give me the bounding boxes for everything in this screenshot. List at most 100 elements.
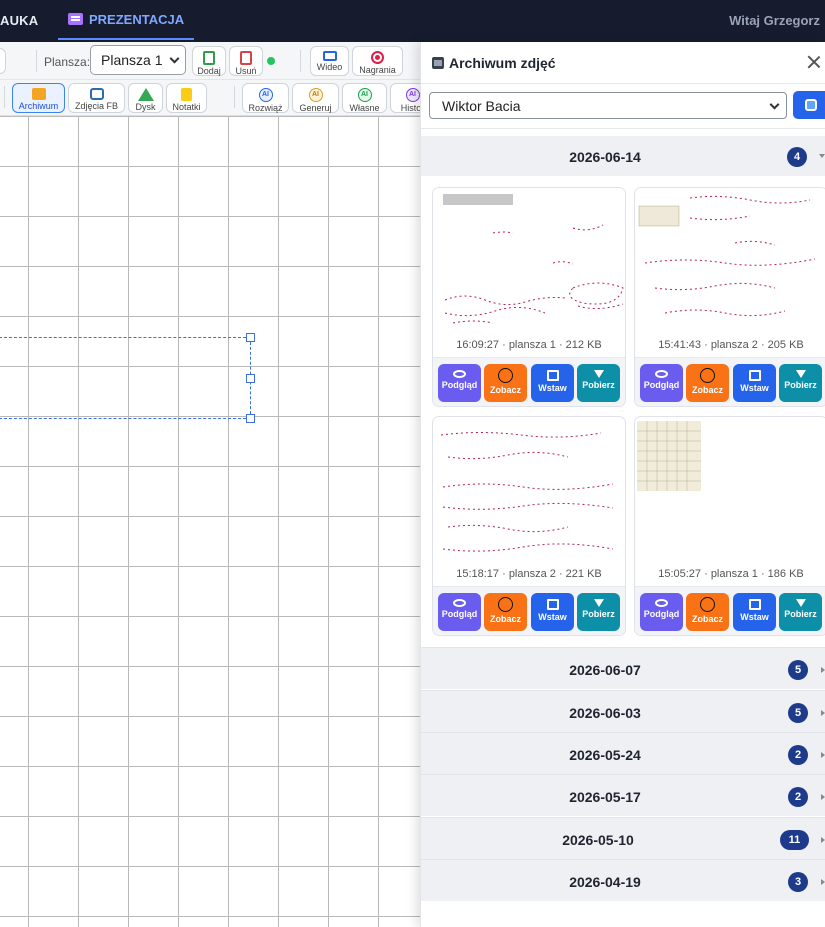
date-group-header[interactable]: 2026-05-24 2 — [421, 732, 825, 774]
download-icon — [795, 370, 806, 378]
drive-label: Dysk — [135, 102, 156, 112]
ai-solve-button[interactable]: AI Rozwiąż — [242, 83, 289, 113]
preview-button[interactable]: Podgląd — [438, 364, 481, 402]
add-board-button[interactable]: Dodaj — [192, 46, 226, 76]
download-button[interactable]: Pobierz — [779, 593, 822, 631]
ai-generate-button[interactable]: AI Generuj — [292, 83, 339, 113]
circle-icon — [700, 597, 715, 612]
archive-button[interactable]: Archiwum — [12, 83, 65, 113]
drive-button[interactable]: Dysk — [128, 83, 163, 113]
preview-button[interactable]: Podgląd — [438, 593, 481, 631]
ai-own-button[interactable]: AI Własne — [342, 83, 387, 113]
chevron-down-icon — [169, 53, 180, 64]
insert-button[interactable]: Wstaw — [531, 593, 574, 631]
date-group-header[interactable]: 2026-05-17 2 — [421, 774, 825, 816]
nav-tab-nauka[interactable]: AUKA — [0, 13, 38, 28]
toolbar-separator — [234, 86, 235, 108]
photo-thumbnail[interactable] — [635, 188, 825, 338]
top-nav: AUKA PREZENTACJA Witaj Grzegorz — [0, 0, 825, 42]
preview-label: Podgląd — [643, 609, 680, 619]
view-label: Zobacz — [691, 385, 723, 395]
resize-handle-bottom-right[interactable] — [246, 414, 255, 423]
resize-handle-right[interactable] — [246, 374, 255, 383]
content-toolbar: Archiwum Zdjęcia FB Dysk Notatki AI Rozw… — [0, 80, 435, 116]
date-group-header[interactable]: 2026-06-07 5 — [421, 647, 825, 689]
photo-meta: 15:18:17 · plansza 2 · 221 KB — [456, 568, 602, 580]
image-insert-icon — [748, 599, 761, 610]
notes-label: Notatki — [172, 102, 201, 112]
connection-status-dot — [267, 57, 275, 65]
eye-icon — [655, 370, 668, 378]
recordings-button[interactable]: Nagrania — [352, 46, 403, 76]
image-insert-icon — [546, 370, 559, 381]
ai-own-label: Własne — [349, 103, 380, 113]
preview-button[interactable]: Podgląd — [640, 364, 683, 402]
insert-button[interactable]: Wstaw — [531, 364, 574, 402]
download-button[interactable]: Pobierz — [577, 593, 620, 631]
insert-label: Wstaw — [538, 612, 567, 622]
view-button[interactable]: Zobacz — [686, 593, 729, 631]
ai-icon: AI — [258, 88, 273, 102]
toolbar-partial-button[interactable] — [0, 48, 6, 74]
video-button[interactable]: Wideo — [310, 46, 349, 76]
video-camera-icon — [322, 51, 337, 61]
resize-handle-top-right[interactable] — [246, 333, 255, 342]
ai-generate-label: Generuj — [299, 103, 332, 113]
caret-right-icon — [821, 794, 825, 800]
view-label: Zobacz — [691, 614, 723, 624]
presentation-icon — [68, 13, 83, 25]
student-select[interactable]: Wiktor Bacia — [429, 92, 787, 119]
photo-card: 15:05:27 · plansza 1 · 186 KB Podgląd Zo… — [634, 416, 825, 636]
download-button[interactable]: Pobierz — [779, 364, 822, 402]
view-button[interactable]: Zobacz — [484, 593, 527, 631]
whiteboard-canvas[interactable] — [0, 116, 420, 927]
caret-right-icon — [821, 710, 825, 716]
refresh-button[interactable] — [793, 91, 825, 119]
photo-thumbnail[interactable] — [433, 188, 625, 338]
close-icon[interactable] — [807, 55, 821, 69]
nav-tab-prezentacja-label: PREZENTACJA — [89, 11, 185, 27]
date-group-header[interactable]: 2026-06-14 4 — [421, 136, 825, 176]
download-button[interactable]: Pobierz — [577, 364, 620, 402]
photo-meta: 15:05:27 · plansza 1 · 186 KB — [658, 568, 804, 580]
notes-icon — [181, 88, 192, 101]
image-insert-icon — [546, 599, 559, 610]
photo-meta: 16:09:27 · plansza 1 · 212 KB — [456, 339, 602, 351]
fb-photos-button[interactable]: Zdjęcia FB — [68, 83, 125, 113]
date-group-date: 2026-06-03 — [569, 705, 641, 721]
insert-button[interactable]: Wstaw — [733, 364, 776, 402]
record-icon — [371, 51, 384, 64]
date-group-header[interactable]: 2026-05-10 11 — [421, 817, 825, 859]
date-group-date: 2026-05-10 — [562, 832, 634, 848]
date-group-header[interactable]: 2026-04-19 3 — [421, 859, 825, 901]
view-button[interactable]: Zobacz — [686, 364, 729, 402]
board-select[interactable]: Plansza 1 — [90, 45, 186, 75]
preview-button[interactable]: Podgląd — [640, 593, 683, 631]
insert-button[interactable]: Wstaw — [733, 593, 776, 631]
refresh-icon — [805, 99, 817, 111]
date-group-count-badge: 11 — [780, 830, 809, 850]
image-icon — [432, 57, 444, 69]
ai-icon: AI — [405, 88, 420, 102]
nav-tab-prezentacja[interactable]: PREZENTACJA — [58, 0, 195, 40]
date-group-header[interactable]: 2026-06-03 5 — [421, 690, 825, 732]
insert-label: Wstaw — [740, 383, 769, 393]
photo-thumbnail[interactable] — [433, 417, 625, 567]
preview-label: Podgląd — [643, 380, 680, 390]
ai-icon: AI — [357, 88, 372, 102]
board-label: Plansza: — [44, 55, 91, 69]
caret-right-icon — [821, 667, 825, 673]
notes-button[interactable]: Notatki — [166, 83, 207, 113]
video-label: Wideo — [316, 62, 343, 72]
photo-actions: Podgląd Zobacz Wstaw Pobierz — [635, 586, 825, 635]
app-root: AUKA PREZENTACJA Witaj Grzegorz Plansza:… — [0, 0, 825, 927]
view-button[interactable]: Zobacz — [484, 364, 527, 402]
remove-board-button[interactable]: Usuń — [229, 46, 263, 76]
date-group-date: 2026-04-19 — [569, 874, 641, 890]
photo-thumbnail[interactable] — [635, 417, 825, 567]
selection-box[interactable] — [0, 337, 251, 419]
fb-photos-label: Zdjęcia FB — [74, 101, 118, 111]
recordings-label: Nagrania — [359, 65, 396, 75]
board-toolbar: Plansza: Plansza 1 Dodaj Usuń Wideo Nagr… — [0, 42, 420, 80]
student-select-value: Wiktor Bacia — [442, 97, 521, 114]
